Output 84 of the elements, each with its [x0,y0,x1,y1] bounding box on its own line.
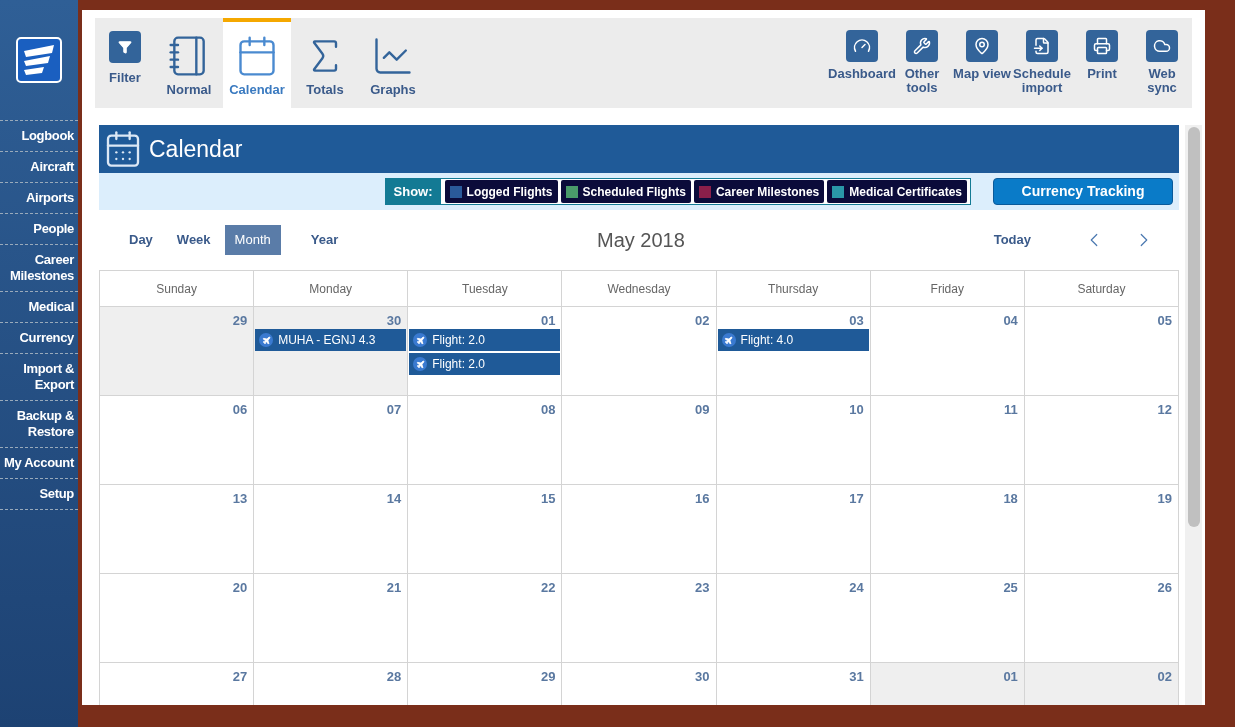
month-title: May 2018 [597,228,685,253]
day-number: 29 [232,312,249,329]
gauge-icon [846,30,878,62]
view-tab[interactable]: Totals [291,18,359,108]
day-number: 28 [386,668,403,685]
day-number: 30 [386,312,403,329]
legend-toggle[interactable]: Career Milestones [693,180,825,203]
day-number: 09 [695,401,711,418]
legend-toggle[interactable]: Logged Flights [444,180,558,203]
import-icon [1026,30,1058,62]
sidebar-item[interactable]: Logbook [4,128,74,144]
day-number: 22 [540,579,557,596]
plane-icon [259,333,274,347]
view-button[interactable]: Day [119,225,163,255]
day-number: 30 [695,668,711,685]
sidebar-item[interactable]: Aircraft [4,159,74,175]
sidebar-item[interactable]: Career Milestones [4,252,74,284]
day-number: 01 [1003,668,1019,685]
day-number: 17 [849,490,865,507]
day-number: 23 [695,579,711,596]
day-number: 25 [1003,579,1019,596]
view-tab[interactable]: Calendar [223,18,291,108]
day-number: 18 [1003,490,1019,507]
day-number: 14 [386,490,403,507]
calendar-event[interactable]: Flight: 2.0 [409,353,561,375]
day-number: 26 [1157,579,1173,596]
calendar-event[interactable]: MUHA - EGNJ 4.3 [255,329,407,351]
calendar-title: Calendar [149,134,243,164]
tool-button[interactable]: Print [1072,18,1132,108]
day-number: 10 [849,401,865,418]
filter-button[interactable]: Filter [95,18,155,108]
today-button[interactable]: Today [993,230,1031,250]
view-button[interactable]: Year [300,225,349,255]
day-number: 03 [849,312,865,329]
show-label: Show: [385,179,441,204]
day-number: 11 [1004,401,1019,418]
day-number: 08 [540,401,557,418]
day-number: 29 [540,668,557,685]
logo-icon [16,37,62,83]
day-number: 19 [1157,490,1173,507]
sidebar-item[interactable]: My Account [4,455,74,471]
day-number: 31 [849,668,865,685]
wrench-icon [906,30,938,62]
day-number: 13 [232,490,249,507]
calendar-event[interactable]: Flight: 4.0 [717,329,869,351]
day-number: 02 [695,312,711,329]
tool-button[interactable]: Schedule import [1012,18,1072,108]
cloud-icon [1146,30,1178,62]
calendar-event[interactable]: Flight: 2.0 [409,329,561,351]
day-number: 01 [540,312,557,329]
print-icon [1086,30,1118,62]
legend-toggle[interactable]: Scheduled Flights [560,180,691,203]
plane-icon [413,357,428,371]
day-number: 07 [386,401,403,418]
day-number: 20 [232,579,249,596]
view-tab[interactable]: Normal [155,18,223,108]
tool-button[interactable]: Map view [952,18,1012,108]
day-number: 02 [1157,668,1173,685]
sidebar-item[interactable]: Import & Export [4,361,74,393]
day-number: 06 [232,401,249,418]
currency-tracking-button[interactable]: Currency Tracking [993,178,1173,205]
view-button[interactable]: Month [224,225,281,255]
sidebar-item[interactable]: Backup & Restore [4,408,74,440]
day-number: 27 [232,668,249,685]
day-number: 16 [695,490,711,507]
day-number: 21 [386,579,403,596]
plane-icon [413,333,428,347]
filter-icon [109,31,141,63]
day-number: 12 [1157,401,1173,418]
plane-icon [721,333,736,347]
sidebar-item[interactable]: Currency [4,330,74,346]
map-pin-icon [966,30,998,62]
legend-toggle[interactable]: Medical Certificates [827,180,967,203]
day-number: 05 [1157,312,1173,329]
view-tab[interactable]: Graphs [359,18,427,108]
sidebar-item[interactable]: Airports [4,190,74,206]
tool-button[interactable]: Web sync [1132,18,1192,108]
day-number: 24 [849,579,865,596]
sidebar-item[interactable]: Medical [4,299,74,315]
sidebar-item[interactable]: People [4,221,74,237]
view-button[interactable]: Week [166,225,221,255]
day-number: 15 [540,490,557,507]
sidebar-item[interactable]: Setup [4,486,74,502]
day-number: 04 [1003,312,1019,329]
